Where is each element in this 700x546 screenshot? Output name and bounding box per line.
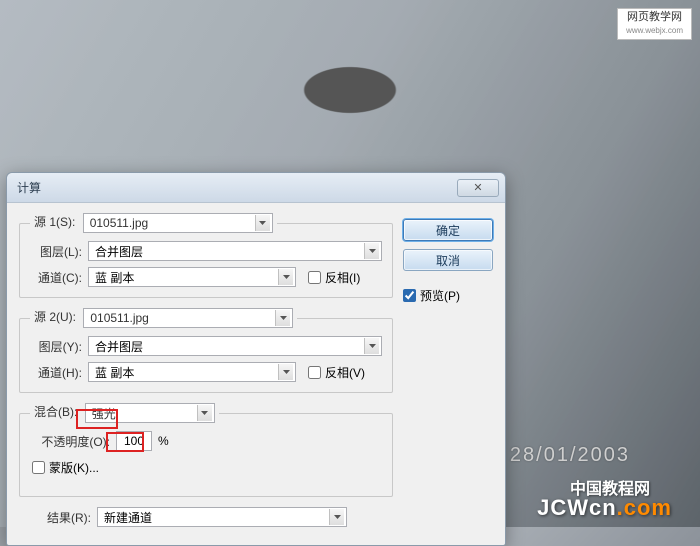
source1-layer-combo[interactable]: 合并图层: [88, 241, 382, 261]
chevron-down-icon: [278, 364, 293, 380]
preview-label: 预览(P): [420, 287, 460, 304]
close-button[interactable]: ✕: [457, 179, 499, 197]
source2-channel-combo[interactable]: 蓝 副本: [88, 362, 296, 382]
source2-channel-label: 通道(H):: [30, 364, 82, 381]
result-label: 结果(R):: [47, 509, 91, 526]
preview-checkbox[interactable]: 预览(P): [403, 287, 493, 304]
source2-legend: 源 2(U):: [34, 310, 76, 324]
source1-layer-label: 图层(L):: [30, 243, 82, 260]
mask-input[interactable]: [32, 461, 45, 474]
mask-label: 蒙版(K)...: [49, 459, 99, 476]
dialog-title: 计算: [17, 179, 457, 196]
source1-channel-value: 蓝 副本: [95, 269, 134, 286]
watermark-site: JCWcn.com: [537, 495, 672, 521]
source1-channel-combo[interactable]: 蓝 副本: [88, 267, 296, 287]
source1-file-value: 010511.jpg: [90, 216, 149, 230]
source2-invert-checkbox[interactable]: 反相(V): [308, 364, 365, 381]
source1-channel-label: 通道(C):: [30, 269, 82, 286]
source2-file-value: 010511.jpg: [90, 311, 149, 325]
cancel-button[interactable]: 取消: [403, 249, 493, 271]
source2-invert-label: 反相(V): [325, 364, 365, 381]
source1-invert-checkbox[interactable]: 反相(I): [308, 269, 360, 286]
ok-button[interactable]: 确定: [403, 219, 493, 241]
source2-channel-value: 蓝 副本: [95, 364, 134, 381]
source1-layer-value: 合并图层: [95, 243, 143, 260]
calculations-dialog: 计算 ✕ 源 1(S): 010511.jpg 图层(L):: [6, 172, 506, 546]
watermark-top-url: www.webjx.com: [626, 24, 683, 37]
source2-layer-label: 图层(Y):: [30, 338, 82, 355]
source2-invert-input[interactable]: [308, 366, 321, 379]
close-icon: ✕: [473, 181, 482, 194]
opacity-input[interactable]: 100: [116, 431, 152, 451]
mask-checkbox[interactable]: 蒙版(K)...: [32, 459, 382, 476]
blend-mode-value: 强光: [92, 405, 116, 422]
source1-invert-label: 反相(I): [325, 269, 360, 286]
result-combo[interactable]: 新建通道: [97, 507, 347, 527]
chevron-down-icon: [364, 243, 379, 259]
chevron-down-icon: [197, 405, 212, 421]
source2-layer-combo[interactable]: 合并图层: [88, 336, 382, 356]
source1-group: 源 1(S): 010511.jpg 图层(L): 合并图层: [19, 213, 393, 298]
chevron-down-icon: [278, 269, 293, 285]
opacity-value: 100: [124, 434, 144, 448]
source2-layer-value: 合并图层: [95, 338, 143, 355]
opacity-label: 不透明度(O):: [32, 433, 110, 450]
source2-file-combo[interactable]: 010511.jpg: [83, 308, 293, 328]
result-value: 新建通道: [104, 509, 152, 526]
opacity-suffix: %: [158, 434, 169, 448]
dialog-titlebar[interactable]: 计算 ✕: [7, 173, 505, 203]
chevron-down-icon: [364, 338, 379, 354]
blend-mode-combo[interactable]: 强光: [85, 403, 215, 423]
photo-date-stamp: 28/01/2003: [510, 444, 630, 467]
watermark-top: 网页教学网 www.webjx.com: [617, 8, 692, 40]
chevron-down-icon: [275, 310, 290, 326]
preview-input[interactable]: [403, 289, 416, 302]
blend-label: 混合(B):: [34, 405, 77, 419]
chevron-down-icon: [255, 215, 270, 231]
chevron-down-icon: [329, 509, 344, 525]
watermark-top-label: 网页教学网: [627, 11, 682, 23]
source1-legend: 源 1(S):: [34, 215, 75, 229]
blend-group: 混合(B): 强光 不透明度(O): 100 %: [19, 403, 393, 497]
source2-group: 源 2(U): 010511.jpg 图层(Y): 合并图层: [19, 308, 393, 393]
source1-invert-input[interactable]: [308, 271, 321, 284]
source1-file-combo[interactable]: 010511.jpg: [83, 213, 273, 233]
